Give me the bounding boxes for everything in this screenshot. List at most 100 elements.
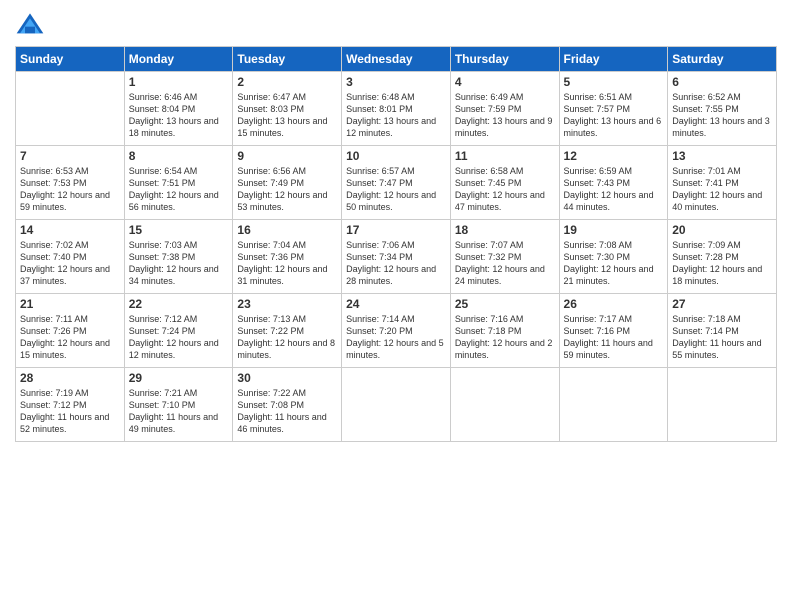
day-number: 13 <box>672 149 772 163</box>
day-info: Sunrise: 7:06 AMSunset: 7:34 PMDaylight:… <box>346 239 446 288</box>
day-number: 2 <box>237 75 337 89</box>
header-row: SundayMondayTuesdayWednesdayThursdayFrid… <box>16 47 777 72</box>
day-info: Sunrise: 7:04 AMSunset: 7:36 PMDaylight:… <box>237 239 337 288</box>
header-monday: Monday <box>124 47 233 72</box>
day-cell: 25 Sunrise: 7:16 AMSunset: 7:18 PMDayligh… <box>450 294 559 368</box>
day-number: 17 <box>346 223 446 237</box>
header-tuesday: Tuesday <box>233 47 342 72</box>
day-cell <box>559 368 668 442</box>
day-cell: 30 Sunrise: 7:22 AMSunset: 7:08 PMDayligh… <box>233 368 342 442</box>
day-number: 19 <box>564 223 664 237</box>
page-header <box>15 10 777 40</box>
day-number: 7 <box>20 149 120 163</box>
day-cell: 27 Sunrise: 7:18 AMSunset: 7:14 PMDayligh… <box>668 294 777 368</box>
day-cell: 18Sunrise: 7:07 AMSunset: 7:32 PMDayligh… <box>450 220 559 294</box>
day-number: 29 <box>129 371 229 385</box>
day-cell: 3Sunrise: 6:48 AMSunset: 8:01 PMDaylight… <box>342 72 451 146</box>
header-friday: Friday <box>559 47 668 72</box>
day-info: Sunrise: 6:51 AMSunset: 7:57 PMDaylight:… <box>564 91 664 140</box>
day-info: Sunrise: 6:54 AMSunset: 7:51 PMDaylight:… <box>129 165 229 214</box>
day-cell <box>342 368 451 442</box>
day-info: Sunrise: 7:19 AMSunset: 7:12 PMDaylight:… <box>20 387 120 436</box>
day-cell: 2 Sunrise: 6:47 AMSunset: 8:03 PMDaylight… <box>233 72 342 146</box>
day-cell: 13 Sunrise: 7:01 AMSunset: 7:41 PMDayligh… <box>668 146 777 220</box>
week-row-5: 28 Sunrise: 7:19 AMSunset: 7:12 PMDayligh… <box>16 368 777 442</box>
day-cell: 17 Sunrise: 7:06 AMSunset: 7:34 PMDayligh… <box>342 220 451 294</box>
day-info: Sunrise: 7:17 AMSunset: 7:16 PMDaylight:… <box>564 313 664 362</box>
day-number: 3 <box>346 75 446 89</box>
calendar-table: SundayMondayTuesdayWednesdayThursdayFrid… <box>15 46 777 442</box>
day-number: 22 <box>129 297 229 311</box>
day-cell: 20 Sunrise: 7:09 AMSunset: 7:28 PMDayligh… <box>668 220 777 294</box>
day-cell <box>16 72 125 146</box>
day-number: 5 <box>564 75 664 89</box>
day-number: 30 <box>237 371 337 385</box>
day-number: 24 <box>346 297 446 311</box>
day-info: Sunrise: 7:09 AMSunset: 7:28 PMDaylight:… <box>672 239 772 288</box>
day-info: Sunrise: 7:21 AMSunset: 7:10 PMDaylight:… <box>129 387 229 436</box>
day-info: Sunrise: 6:46 AMSunset: 8:04 PMDaylight:… <box>129 91 229 140</box>
day-cell: 14Sunrise: 7:02 AMSunset: 7:40 PMDayligh… <box>16 220 125 294</box>
day-number: 27 <box>672 297 772 311</box>
day-number: 23 <box>237 297 337 311</box>
day-info: Sunrise: 7:01 AMSunset: 7:41 PMDaylight:… <box>672 165 772 214</box>
day-cell: 21 Sunrise: 7:11 AMSunset: 7:26 PMDayligh… <box>16 294 125 368</box>
day-cell: 22 Sunrise: 7:12 AMSunset: 7:24 PMDayligh… <box>124 294 233 368</box>
header-thursday: Thursday <box>450 47 559 72</box>
day-info: Sunrise: 6:53 AMSunset: 7:53 PMDaylight:… <box>20 165 120 214</box>
day-number: 6 <box>672 75 772 89</box>
day-cell: 23 Sunrise: 7:13 AMSunset: 7:22 PMDayligh… <box>233 294 342 368</box>
day-cell: 1Sunrise: 6:46 AMSunset: 8:04 PMDaylight… <box>124 72 233 146</box>
day-cell: 29 Sunrise: 7:21 AMSunset: 7:10 PMDayligh… <box>124 368 233 442</box>
day-cell: 11 Sunrise: 6:58 AMSunset: 7:45 PMDayligh… <box>450 146 559 220</box>
day-cell: 4Sunrise: 6:49 AMSunset: 7:59 PMDaylight… <box>450 72 559 146</box>
day-cell: 24 Sunrise: 7:14 AMSunset: 7:20 PMDayligh… <box>342 294 451 368</box>
day-cell: 8 Sunrise: 6:54 AMSunset: 7:51 PMDaylight… <box>124 146 233 220</box>
week-row-2: 7 Sunrise: 6:53 AMSunset: 7:53 PMDaylight… <box>16 146 777 220</box>
day-cell: 6 Sunrise: 6:52 AMSunset: 7:55 PMDaylight… <box>668 72 777 146</box>
day-info: Sunrise: 7:16 AMSunset: 7:18 PMDaylight:… <box>455 313 555 362</box>
day-cell: 16 Sunrise: 7:04 AMSunset: 7:36 PMDayligh… <box>233 220 342 294</box>
day-info: Sunrise: 7:13 AMSunset: 7:22 PMDaylight:… <box>237 313 337 362</box>
day-cell <box>450 368 559 442</box>
day-info: Sunrise: 6:56 AMSunset: 7:49 PMDaylight:… <box>237 165 337 214</box>
day-info: Sunrise: 7:18 AMSunset: 7:14 PMDaylight:… <box>672 313 772 362</box>
day-info: Sunrise: 6:58 AMSunset: 7:45 PMDaylight:… <box>455 165 555 214</box>
day-cell: 9 Sunrise: 6:56 AMSunset: 7:49 PMDaylight… <box>233 146 342 220</box>
header-wednesday: Wednesday <box>342 47 451 72</box>
day-number: 25 <box>455 297 555 311</box>
day-cell: 15Sunrise: 7:03 AMSunset: 7:38 PMDayligh… <box>124 220 233 294</box>
day-info: Sunrise: 7:11 AMSunset: 7:26 PMDaylight:… <box>20 313 120 362</box>
day-number: 20 <box>672 223 772 237</box>
day-number: 11 <box>455 149 555 163</box>
day-info: Sunrise: 7:12 AMSunset: 7:24 PMDaylight:… <box>129 313 229 362</box>
day-info: Sunrise: 6:47 AMSunset: 8:03 PMDaylight:… <box>237 91 337 140</box>
day-cell: 26 Sunrise: 7:17 AMSunset: 7:16 PMDayligh… <box>559 294 668 368</box>
week-row-1: 1Sunrise: 6:46 AMSunset: 8:04 PMDaylight… <box>16 72 777 146</box>
day-number: 15 <box>129 223 229 237</box>
day-number: 12 <box>564 149 664 163</box>
day-number: 21 <box>20 297 120 311</box>
header-sunday: Sunday <box>16 47 125 72</box>
day-number: 26 <box>564 297 664 311</box>
logo-icon <box>15 10 45 40</box>
day-number: 9 <box>237 149 337 163</box>
day-cell: 19Sunrise: 7:08 AMSunset: 7:30 PMDayligh… <box>559 220 668 294</box>
day-cell: 5 Sunrise: 6:51 AMSunset: 7:57 PMDaylight… <box>559 72 668 146</box>
day-cell: 12Sunrise: 6:59 AMSunset: 7:43 PMDayligh… <box>559 146 668 220</box>
day-number: 28 <box>20 371 120 385</box>
day-cell: 7 Sunrise: 6:53 AMSunset: 7:53 PMDaylight… <box>16 146 125 220</box>
day-info: Sunrise: 6:52 AMSunset: 7:55 PMDaylight:… <box>672 91 772 140</box>
day-number: 16 <box>237 223 337 237</box>
day-number: 8 <box>129 149 229 163</box>
header-saturday: Saturday <box>668 47 777 72</box>
day-info: Sunrise: 6:57 AMSunset: 7:47 PMDaylight:… <box>346 165 446 214</box>
day-number: 18 <box>455 223 555 237</box>
day-number: 4 <box>455 75 555 89</box>
day-info: Sunrise: 7:14 AMSunset: 7:20 PMDaylight:… <box>346 313 446 362</box>
day-info: Sunrise: 7:22 AMSunset: 7:08 PMDaylight:… <box>237 387 337 436</box>
day-number: 14 <box>20 223 120 237</box>
week-row-3: 14Sunrise: 7:02 AMSunset: 7:40 PMDayligh… <box>16 220 777 294</box>
week-row-4: 21 Sunrise: 7:11 AMSunset: 7:26 PMDayligh… <box>16 294 777 368</box>
day-cell <box>668 368 777 442</box>
